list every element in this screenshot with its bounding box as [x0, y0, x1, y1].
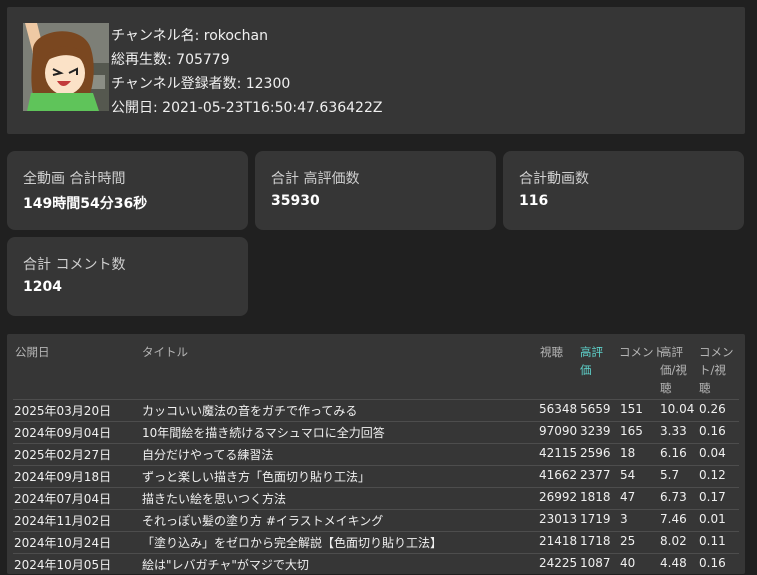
- column-header-comments-per-view[interactable]: コメン ト/視 聴: [699, 343, 734, 397]
- column-header-comments[interactable]: コメント: [619, 343, 665, 361]
- column-header-views[interactable]: 視聴: [540, 343, 563, 361]
- channel-info-card: チャンネル名: rokochan 総再生数: 705779 チャンネル登録者数:…: [7, 7, 745, 134]
- channel-total-views: 総再生数: 705779: [111, 52, 230, 68]
- header-text: ト/視: [699, 363, 726, 377]
- cell-views: 23013: [539, 512, 578, 526]
- stat-value: 1204: [23, 279, 62, 295]
- cell-likes: 1818: [580, 490, 611, 504]
- cell-comments: 18: [620, 446, 636, 460]
- cell-views: 56348: [539, 402, 578, 416]
- stat-label: 合計 コメント数: [23, 257, 126, 273]
- stat-value: 35930: [271, 193, 320, 209]
- cell-views: 24225: [539, 556, 578, 570]
- header-text: 高評: [660, 345, 683, 359]
- cell-views: 41662: [539, 468, 578, 482]
- cell-date: 2024年10月05日: [14, 558, 112, 572]
- cell-likes: 2377: [580, 468, 611, 482]
- column-header-likes-per-view[interactable]: 高評 価/視 聴: [660, 343, 687, 397]
- cell-likes-per-view: 8.02: [660, 534, 687, 548]
- cell-comments: 3: [620, 512, 628, 526]
- cell-title[interactable]: 10年間絵を描き続けるマシュマロに全力回答: [142, 424, 385, 441]
- column-header-date[interactable]: 公開日: [15, 343, 50, 361]
- video-table: 公開日 タイトル 視聴 高評 価 コメント 高評 価/視 聴 コメン ト/視 聴…: [7, 334, 745, 574]
- stat-label: 合計動画数: [519, 171, 589, 187]
- table-row[interactable]: 2025年03月20日 カッコいい魔法の音をガチで作ってみる 56348 5659 15…: [13, 399, 739, 421]
- cell-likes: 3239: [580, 424, 611, 438]
- column-header-likes[interactable]: 高評 価: [580, 343, 603, 379]
- stat-label: 合計 高評価数: [271, 171, 360, 187]
- stat-total-videos: 合計動画数 116: [503, 151, 744, 230]
- stat-total-duration: 全動画 合計時間 149時間54分36秒: [7, 151, 248, 230]
- cell-likes: 1718: [580, 534, 611, 548]
- cell-date: 2025年02月27日: [14, 448, 112, 462]
- cell-date: 2024年07月04日: [14, 492, 112, 506]
- cell-comments-per-view: 0.12: [699, 468, 726, 482]
- table-row[interactable]: 2024年07月04日 描きたい絵を思いつく方法 26992 1818 47 6.73 0.…: [13, 487, 739, 509]
- cell-comments-per-view: 0.17: [699, 490, 726, 504]
- cell-title[interactable]: 自分だけやってる練習法: [142, 446, 273, 463]
- cell-views: 97090: [539, 424, 578, 438]
- cell-title[interactable]: 絵は"レバガチャ"がマジで大切: [142, 556, 309, 573]
- stat-label: 全動画 合計時間: [23, 171, 126, 187]
- channel-avatar: [23, 23, 109, 111]
- cell-comments: 165: [620, 424, 643, 438]
- cell-views: 26992: [539, 490, 578, 504]
- cell-views: 42115: [539, 446, 578, 460]
- cell-date: 2024年09月18日: [14, 470, 112, 484]
- cell-comments: 54: [620, 468, 636, 482]
- cell-likes: 5659: [580, 402, 611, 416]
- cell-likes-per-view: 3.33: [660, 424, 687, 438]
- cell-title[interactable]: カッコいい魔法の音をガチで作ってみる: [142, 402, 357, 419]
- cell-likes-per-view: 10.04: [660, 402, 695, 416]
- cell-comments-per-view: 0.16: [699, 556, 726, 570]
- cell-title[interactable]: 描きたい絵を思いつく方法: [142, 490, 286, 507]
- stat-value: 116: [519, 193, 549, 209]
- stat-total-likes: 合計 高評価数 35930: [255, 151, 496, 230]
- cell-likes-per-view: 7.46: [660, 512, 687, 526]
- header-text: 価: [580, 363, 592, 377]
- cell-likes: 2596: [580, 446, 611, 460]
- table-row[interactable]: 2024年10月05日 絵は"レバガチャ"がマジで大切 24225 1087 40 4.4…: [13, 553, 739, 575]
- cell-title[interactable]: 「塗り込み」をゼロから完全解説【色面切り貼り工法】: [142, 534, 442, 551]
- stat-total-comments: 合計 コメント数 1204: [7, 237, 248, 316]
- cell-comments: 25: [620, 534, 636, 548]
- cell-date: 2024年09月04日: [14, 426, 112, 440]
- cell-comments-per-view: 0.01: [699, 512, 726, 526]
- stat-value: 149時間54分36秒: [23, 196, 148, 212]
- cell-title[interactable]: それっぽい髪の塗り方 #イラストメイキング: [142, 512, 383, 529]
- cell-likes-per-view: 5.7: [660, 468, 680, 482]
- cell-date: 2025年03月20日: [14, 404, 112, 418]
- header-text: 聴: [699, 381, 711, 395]
- header-text: 聴: [660, 381, 672, 395]
- channel-published-date: 公開日: 2021-05-23T16:50:47.636422Z: [111, 100, 383, 116]
- column-header-title[interactable]: タイトル: [142, 343, 188, 361]
- cell-comments: 40: [620, 556, 636, 570]
- table-row[interactable]: 2024年09月04日 10年間絵を描き続けるマシュマロに全力回答 97090 323…: [13, 421, 739, 443]
- cell-date: 2024年11月02日: [14, 514, 112, 528]
- cell-views: 21418: [539, 534, 578, 548]
- cell-likes-per-view: 4.48: [660, 556, 687, 570]
- cell-comments-per-view: 0.11: [699, 534, 726, 548]
- cell-comments: 151: [620, 402, 643, 416]
- cell-likes: 1719: [580, 512, 611, 526]
- cell-date: 2024年10月24日: [14, 536, 112, 550]
- cell-likes-per-view: 6.73: [660, 490, 687, 504]
- cell-comments-per-view: 0.04: [699, 446, 726, 460]
- table-row[interactable]: 2024年10月24日 「塗り込み」をゼロから完全解説【色面切り貼り工法】 2141…: [13, 531, 739, 553]
- channel-name: チャンネル名: rokochan: [111, 28, 268, 44]
- table-row[interactable]: 2024年11月02日 それっぽい髪の塗り方 #イラストメイキング 23013 171…: [13, 509, 739, 531]
- header-text: 高評: [580, 345, 603, 359]
- cell-comments: 47: [620, 490, 636, 504]
- cell-likes-per-view: 6.16: [660, 446, 687, 460]
- cell-comments-per-view: 0.16: [699, 424, 726, 438]
- table-row[interactable]: 2024年09月18日 ずっと楽しい描き方「色面切り貼り工法」 41662 2377 5…: [13, 465, 739, 487]
- cell-title[interactable]: ずっと楽しい描き方「色面切り貼り工法」: [142, 468, 370, 485]
- header-text: 価/視: [660, 363, 687, 377]
- header-text: コメン: [699, 345, 734, 359]
- cell-comments-per-view: 0.26: [699, 402, 726, 416]
- cell-likes: 1087: [580, 556, 611, 570]
- channel-subscribers: チャンネル登録者数: 12300: [111, 76, 291, 92]
- table-row[interactable]: 2025年02月27日 自分だけやってる練習法 42115 2596 18 6.16 0.0…: [13, 443, 739, 465]
